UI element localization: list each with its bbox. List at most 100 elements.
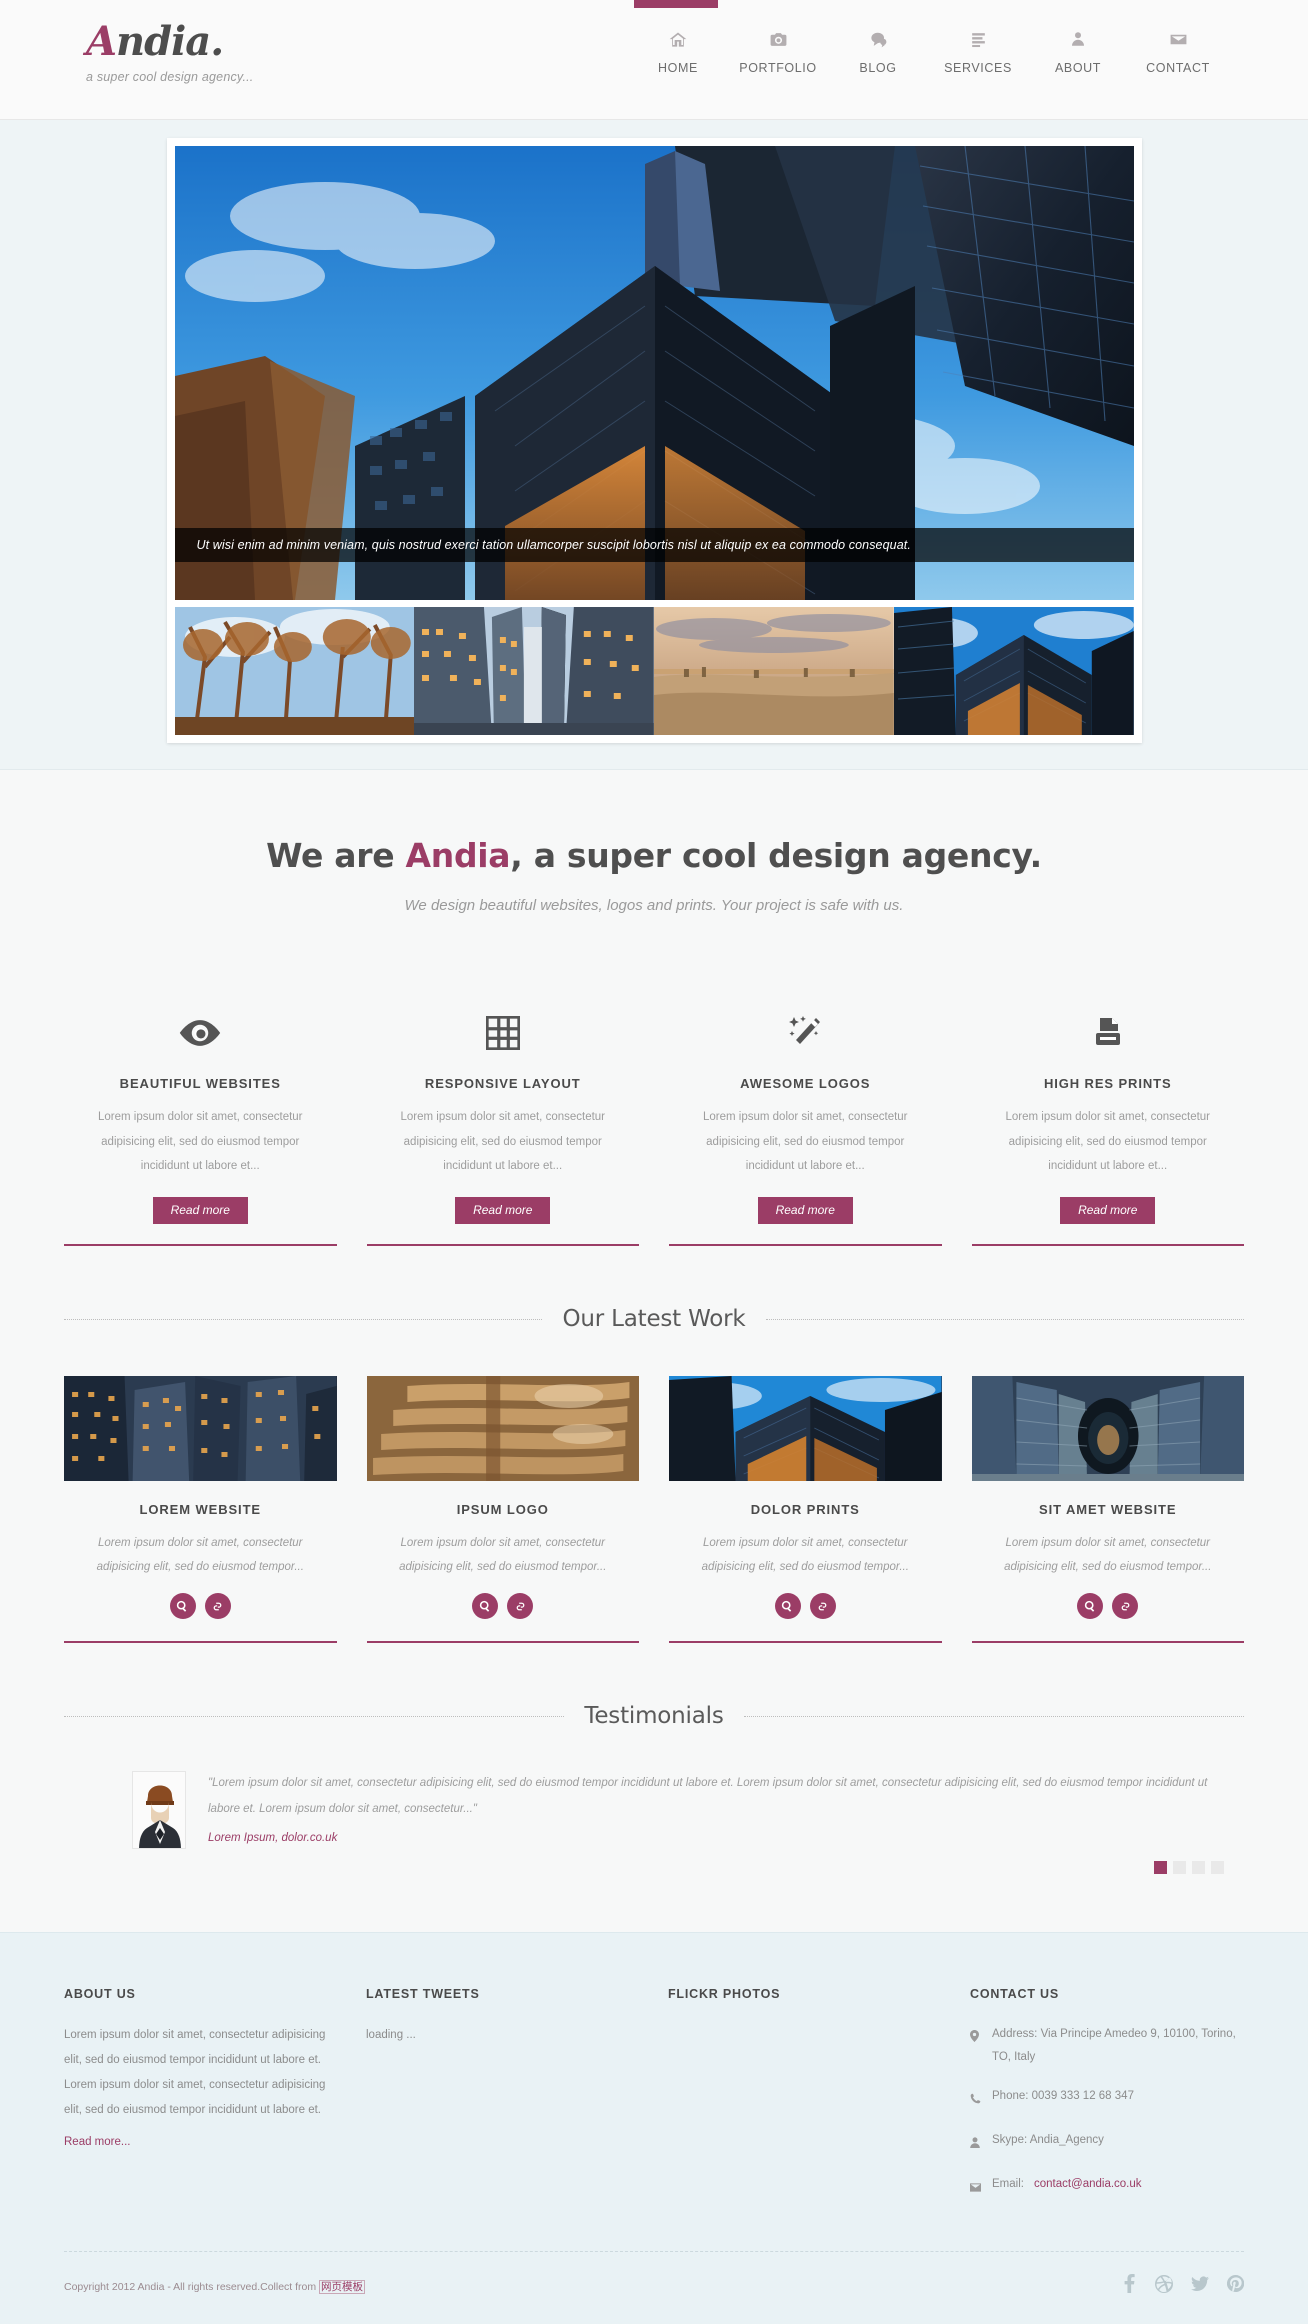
portfolio-divider — [669, 1641, 942, 1644]
divider-right — [765, 1318, 1245, 1320]
divider-left — [64, 1318, 543, 1320]
service-title: HIGH RES PRINTS — [1043, 1076, 1172, 1091]
main-content: BEAUTIFUL WEBSITES Lorem ipsum dolor sit… — [64, 922, 1245, 1875]
site-footer: ABOUT US Lorem ipsum dolor sit amet, con… — [0, 1932, 1308, 2324]
comment-icon — [828, 30, 928, 52]
footer-heading-flickr: FLICKR PHOTOS — [668, 1987, 781, 2002]
read-more-button[interactable]: Read more — [757, 1197, 853, 1225]
portfolio-thumbnail[interactable] — [64, 1376, 337, 1482]
copyright-bar: Copyright 2012 Andia - All rights reserv… — [64, 2251, 1245, 2324]
copyright-source-link[interactable]: 网页模板 — [319, 2279, 366, 2294]
slider-thumb-4[interactable] — [893, 607, 1134, 735]
search-icon[interactable] — [774, 1593, 801, 1620]
link-icon[interactable] — [204, 1593, 231, 1620]
site-tagline: a super cool design agency... — [86, 70, 254, 84]
search-icon[interactable] — [472, 1593, 499, 1620]
service-divider — [366, 1244, 639, 1247]
facebook-icon[interactable] — [1120, 2274, 1137, 2298]
intro-subtitle: We design beautiful websites, logos and … — [404, 897, 904, 914]
service-text: Lorem ipsum dolor sit amet, consectetur … — [97, 1111, 303, 1173]
footer-column-tweets: LATEST TWEETS loading ... — [366, 1987, 640, 2217]
twitter-icon[interactable] — [1191, 2276, 1209, 2297]
logo-block[interactable]: Andia. a super cool design agency... — [86, 22, 254, 85]
portfolio-thumbnail[interactable] — [971, 1376, 1244, 1482]
footer-column-flickr: FLICKR PHOTOS — [668, 1987, 942, 2217]
pagination-dot-1[interactable] — [1154, 1861, 1167, 1875]
contact-skype-row: Skype: Andia_Agency — [970, 2129, 1244, 2157]
portfolio-actions — [64, 1593, 337, 1620]
slider-thumb-3[interactable] — [654, 607, 894, 735]
portfolio-actions — [669, 1593, 942, 1620]
portfolio-actions — [367, 1593, 640, 1620]
user-icon — [1028, 30, 1128, 52]
intro-title-post: , a super cool design agency. — [510, 836, 1042, 875]
service-text: Lorem ipsum dolor sit amet, consectetur … — [1005, 1111, 1211, 1173]
testimonial-quote: "Lorem ipsum dolor sit amet, consectetur… — [208, 1777, 1208, 1815]
thumb-city-street — [414, 607, 654, 735]
search-icon[interactable] — [1077, 1593, 1104, 1620]
pagination-dot-3[interactable] — [1192, 1861, 1205, 1875]
service-text: Lorem ipsum dolor sit amet, consectetur … — [702, 1111, 908, 1173]
grid-icon — [367, 1004, 640, 1062]
contact-skype-text: Skype: Andia_Agency — [992, 2134, 1104, 2147]
read-more-button[interactable]: Read more — [152, 1197, 248, 1225]
site-logo[interactable]: Andia. — [86, 22, 253, 62]
nav-item-portfolio[interactable]: PORTFOLIO — [728, 30, 828, 75]
map-pin-icon — [970, 2023, 982, 2069]
footer-about-text: Lorem ipsum dolor sit amet, consectetur … — [64, 2029, 326, 2116]
slider-section: Ut wisi enim ad minim veniam, quis nostr… — [0, 120, 1308, 770]
portfolio-title: LOREM WEBSITE — [139, 1502, 261, 1518]
contact-email-link[interactable]: contact@andia.co.uk — [1034, 2173, 1142, 2201]
read-more-button[interactable]: Read more — [1060, 1197, 1156, 1225]
divider-right — [743, 1715, 1245, 1717]
pinterest-icon[interactable] — [1226, 2274, 1245, 2298]
pagination-dot-4[interactable] — [1211, 1861, 1224, 1875]
link-icon[interactable] — [809, 1593, 836, 1620]
nav-item-services[interactable]: SERVICES — [928, 30, 1028, 75]
nav-item-home[interactable]: HOME — [628, 30, 728, 75]
link-icon[interactable] — [1112, 1593, 1139, 1620]
nav-item-about[interactable]: ABOUT — [1028, 30, 1128, 75]
thumb-city-skyline — [64, 1376, 337, 1482]
main-navigation: HOME PORTFOLIO BLOG SERVICES ABOUT CONTA… — [628, 30, 1228, 75]
wand-icon — [669, 1004, 942, 1062]
envelope-icon — [1128, 30, 1228, 52]
footer-columns: ABOUT US Lorem ipsum dolor sit amet, con… — [64, 1987, 1244, 2217]
nav-item-blog[interactable]: BLOG — [828, 30, 928, 75]
dribbble-icon[interactable] — [1155, 2274, 1173, 2298]
latest-work-heading: Our Latest Work — [562, 1306, 746, 1333]
thumb-desert-sunset — [654, 607, 894, 735]
footer-read-more-link[interactable]: Read more... — [64, 2136, 130, 2148]
slider-main-image[interactable]: Ut wisi enim ad minim veniam, quis nostr… — [174, 146, 1134, 600]
portfolio-item-ipsum-logo: IPSUM LOGO Lorem ipsum dolor sit amet, c… — [366, 1376, 640, 1644]
portfolio-text: Lorem ipsum dolor sit amet, consectetur … — [1004, 1537, 1212, 1574]
service-text: Lorem ipsum dolor sit amet, consectetur … — [400, 1111, 606, 1173]
service-card-awesome-logos: AWESOME LOGOS Lorem ipsum dolor sit amet… — [669, 1004, 942, 1247]
testimonials-heading-row: Testimonials — [64, 1703, 1245, 1729]
portfolio-thumbnail[interactable] — [366, 1376, 639, 1482]
slider-thumb-2[interactable] — [414, 607, 654, 735]
nav-label: SERVICES — [944, 61, 1012, 75]
thumb-arched-corridor — [971, 1376, 1244, 1482]
pagination-dot-2[interactable] — [1173, 1861, 1186, 1875]
search-icon[interactable] — [169, 1593, 196, 1620]
slider-thumbnails — [174, 607, 1134, 735]
portfolio-thumbnail[interactable] — [669, 1376, 942, 1482]
portfolio-text: Lorem ipsum dolor sit amet, consectetur … — [96, 1537, 304, 1574]
footer-heading-tweets: LATEST TWEETS — [366, 1987, 480, 2002]
contact-address-row: Address: Via Principe Amedeo 9, 10100, T… — [970, 2023, 1244, 2069]
read-more-button[interactable]: Read more — [455, 1197, 551, 1225]
contact-email-row: Email: contact@andia.co.uk — [970, 2173, 1244, 2201]
portfolio-text: Lorem ipsum dolor sit amet, consectetur … — [701, 1537, 909, 1574]
nav-label: ABOUT — [1054, 61, 1102, 75]
nav-item-contact[interactable]: CONTACT — [1128, 30, 1228, 75]
intro-title-pre: We are — [266, 836, 406, 875]
service-divider — [669, 1244, 942, 1247]
link-icon[interactable] — [507, 1593, 534, 1620]
slider-thumb-1[interactable] — [174, 607, 415, 735]
services-row: BEAUTIFUL WEBSITES Lorem ipsum dolor sit… — [64, 922, 1244, 1247]
portfolio-item-sit-amet-website: SIT AMET WEBSITE Lorem ipsum dolor sit a… — [971, 1376, 1244, 1644]
active-nav-indicator — [634, 0, 718, 8]
footer-column-contact: CONTACT US Address: Via Principe Amedeo … — [970, 1987, 1244, 2217]
avatar-illustration — [133, 1772, 185, 1849]
